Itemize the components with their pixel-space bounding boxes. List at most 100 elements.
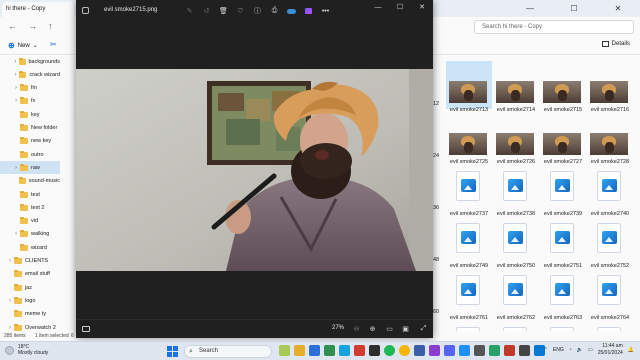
cut-icon[interactable]: ✂ bbox=[50, 40, 57, 49]
new-button[interactable]: ⊕ New ⌄ bbox=[8, 41, 38, 50]
adobe-icon[interactable] bbox=[354, 345, 365, 356]
back-arrow-icon[interactable]: ← bbox=[8, 21, 17, 31]
file-item[interactable]: evil smoke2764 bbox=[587, 269, 633, 321]
sidebar-item[interactable]: sound-music bbox=[0, 175, 60, 188]
file-item[interactable]: evil smoke2726 bbox=[493, 113, 539, 165]
sidebar-item[interactable]: jaz bbox=[0, 281, 60, 294]
start-button[interactable] bbox=[167, 346, 178, 357]
file-item[interactable]: evil smoke2725 bbox=[446, 113, 492, 165]
weather-widget[interactable]: 18°C Mostly cloudy bbox=[5, 344, 48, 356]
print-icon[interactable]: ⎙ bbox=[266, 4, 283, 18]
more-icon[interactable]: ••• bbox=[317, 4, 334, 18]
details-button[interactable]: Details bbox=[601, 41, 630, 47]
viewer-close-button[interactable]: ✕ bbox=[411, 0, 433, 14]
sidebar-item[interactable]: › fx bbox=[0, 95, 60, 108]
notification-bell-icon[interactable]: 🔔 bbox=[628, 347, 634, 353]
sidebar-item[interactable]: wizard bbox=[0, 241, 60, 254]
sidebar-item[interactable]: outro bbox=[0, 148, 60, 161]
file-item[interactable] bbox=[446, 321, 492, 331]
up-arrow-icon[interactable]: ↑ bbox=[48, 21, 53, 31]
chevron-up-icon[interactable]: ⌃ bbox=[544, 347, 548, 353]
file-item[interactable]: evil smoke2728 bbox=[587, 113, 633, 165]
favorite-icon[interactable]: ♡ bbox=[232, 4, 249, 18]
sidebar-item[interactable]: › CLIENTS bbox=[0, 255, 60, 268]
explorer-tab[interactable]: hi there - Copy bbox=[2, 2, 74, 17]
file-item[interactable]: evil smoke2713 bbox=[446, 61, 492, 113]
sidebar-item[interactable]: text 2 bbox=[0, 201, 60, 214]
battery-icon[interactable]: ▭ bbox=[588, 347, 593, 353]
viewer-canvas[interactable] bbox=[76, 22, 433, 319]
taskbar-search[interactable]: ⌕ Search bbox=[184, 345, 272, 358]
close-button[interactable]: ✕ bbox=[596, 0, 640, 17]
file-item[interactable] bbox=[587, 321, 633, 331]
rotate-icon[interactable]: ↺ bbox=[198, 4, 215, 18]
sidebar-item[interactable]: email stuff bbox=[0, 268, 60, 281]
sidebar-item[interactable]: › backgrounds bbox=[0, 55, 60, 68]
photoshop-icon[interactable] bbox=[414, 345, 425, 356]
forward-arrow-icon[interactable]: → bbox=[28, 21, 37, 31]
sidebar-item[interactable]: New folder bbox=[0, 122, 60, 135]
viewer-maximize-button[interactable]: ☐ bbox=[389, 0, 411, 14]
file-item[interactable] bbox=[540, 321, 586, 331]
chevron-right-icon[interactable]: › bbox=[6, 325, 14, 331]
fit-to-window-icon[interactable]: ▭ bbox=[384, 324, 395, 334]
app-icon[interactable] bbox=[489, 345, 500, 356]
file-item[interactable]: evil smoke2762 bbox=[493, 269, 539, 321]
spotify-icon[interactable] bbox=[384, 345, 395, 356]
file-item[interactable]: evil smoke2714 bbox=[493, 61, 539, 113]
delete-icon[interactable]: 🗑 bbox=[215, 4, 232, 18]
clock[interactable]: 11:44 am 25/01/2024 bbox=[598, 343, 623, 357]
chrome-icon[interactable] bbox=[399, 345, 410, 356]
file-item[interactable]: evil smoke2737 bbox=[446, 165, 492, 217]
file-item[interactable]: evil smoke2738 bbox=[493, 165, 539, 217]
viewer-minimize-button[interactable]: — bbox=[367, 0, 389, 14]
sidebar-item[interactable]: new key bbox=[0, 135, 60, 148]
edit-icon[interactable]: ✎ bbox=[181, 4, 198, 18]
chevron-right-icon[interactable]: › bbox=[6, 258, 14, 264]
chevron-right-icon[interactable]: › bbox=[12, 98, 20, 104]
discord-icon[interactable] bbox=[444, 345, 455, 356]
app-icon[interactable] bbox=[504, 345, 515, 356]
file-item[interactable]: evil smoke2727 bbox=[540, 113, 586, 165]
terminal-icon[interactable] bbox=[369, 345, 380, 356]
file-item[interactable]: evil smoke2752 bbox=[587, 217, 633, 269]
sidebar-item[interactable]: test bbox=[0, 188, 60, 201]
wifi-icon[interactable]: ◔ bbox=[569, 347, 572, 353]
file-item[interactable]: evil smoke2761 bbox=[446, 269, 492, 321]
sidebar-item[interactable]: › Overwatch 2 bbox=[0, 321, 60, 331]
file-explorer-icon[interactable] bbox=[294, 345, 305, 356]
chevron-right-icon[interactable]: › bbox=[12, 85, 20, 91]
file-item[interactable] bbox=[493, 321, 539, 331]
sidebar-item[interactable]: vid bbox=[0, 215, 60, 228]
sidebar-item[interactable]: › fin bbox=[0, 82, 60, 95]
minimize-button[interactable]: — bbox=[508, 0, 552, 17]
edge-icon[interactable] bbox=[339, 345, 350, 356]
app-icon[interactable] bbox=[519, 345, 530, 356]
search-input[interactable]: Search hi there - Copy bbox=[474, 20, 634, 34]
word-icon[interactable] bbox=[309, 345, 320, 356]
app-icon[interactable] bbox=[474, 345, 485, 356]
fullscreen-icon[interactable]: ⤢ bbox=[418, 324, 429, 334]
chevron-right-icon[interactable]: › bbox=[12, 72, 19, 78]
zoom-in-icon[interactable]: ⊕ bbox=[367, 324, 378, 334]
premiere-icon[interactable] bbox=[429, 345, 440, 356]
photos-icon[interactable] bbox=[459, 345, 470, 356]
sidebar-item[interactable]: › walking bbox=[0, 228, 60, 241]
file-item[interactable]: evil smoke2749 bbox=[446, 217, 492, 269]
file-item[interactable]: evil smoke2750 bbox=[493, 217, 539, 269]
volume-icon[interactable]: 🔈 bbox=[577, 347, 583, 353]
file-item[interactable]: evil smoke2716 bbox=[587, 61, 633, 113]
sidebar-item[interactable]: › logo bbox=[0, 294, 60, 307]
sidebar-item[interactable]: meme ty bbox=[0, 308, 60, 321]
file-item[interactable]: evil smoke2715 bbox=[540, 61, 586, 113]
chevron-right-icon[interactable]: › bbox=[12, 165, 20, 171]
filmstrip-icon[interactable] bbox=[82, 326, 90, 332]
file-item[interactable]: evil smoke2763 bbox=[540, 269, 586, 321]
excel-icon[interactable] bbox=[324, 345, 335, 356]
sidebar-item[interactable]: key bbox=[0, 108, 60, 121]
file-item[interactable]: evil smoke2751 bbox=[540, 217, 586, 269]
file-item[interactable]: evil smoke2740 bbox=[587, 165, 633, 217]
chevron-right-icon[interactable]: › bbox=[12, 231, 20, 237]
zoom-out-icon[interactable]: ⊖ bbox=[351, 324, 362, 334]
chevron-right-icon[interactable]: › bbox=[6, 298, 14, 304]
